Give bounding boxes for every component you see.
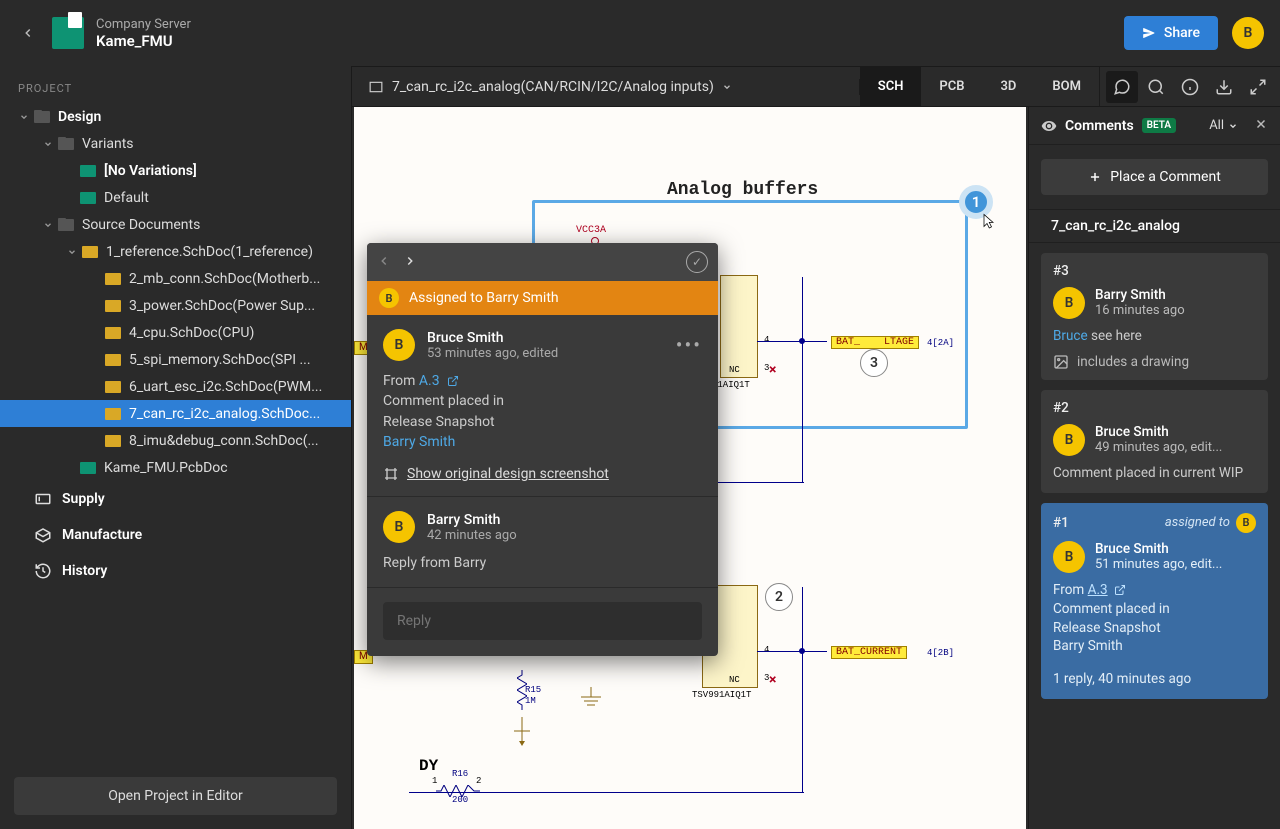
net-bat-current: BAT_CURRENT	[831, 646, 907, 659]
comments-panel-header: Comments BETA All	[1029, 107, 1280, 145]
assignee-avatar: B	[379, 288, 399, 308]
back-button[interactable]	[16, 21, 40, 45]
comment-marker-1[interactable]: 1	[959, 185, 993, 219]
tree-doc-imu[interactable]: 8_imu&debug_conn.SchDoc(...	[0, 427, 351, 454]
r15-ref: R15	[525, 685, 541, 695]
search-icon[interactable]	[1140, 71, 1172, 103]
reply-input[interactable]	[383, 602, 702, 640]
project-icon	[52, 17, 84, 49]
author-avatar: B	[1053, 287, 1085, 319]
reply-body: Reply from Barry	[383, 553, 702, 573]
assigned-banner: B Assigned to Barry Smith	[367, 281, 718, 315]
tree-no-variations[interactable]: [No Variations]	[0, 157, 351, 184]
tab-bom[interactable]: BOM	[1034, 67, 1099, 106]
place-comment-button[interactable]: Place a Comment	[1041, 159, 1268, 195]
comments-doc-header: 7_can_rc_i2c_analog	[1029, 209, 1280, 243]
user-avatar[interactable]: B	[1232, 17, 1264, 49]
document-toolbar: 7_can_rc_i2c_analog(CAN/RCIN/I2C/Analog …	[352, 67, 1280, 107]
tree-doc-reference[interactable]: 1_reference.SchDoc(1_reference)	[0, 238, 351, 265]
comment-body: From A.3 Comment placed in Release Snaps…	[383, 371, 702, 452]
section-supply[interactable]: Supply	[0, 481, 351, 517]
user-mention-link[interactable]: Barry Smith	[383, 434, 455, 450]
share-button[interactable]: Share	[1124, 16, 1218, 50]
comments-filter-dropdown[interactable]: All	[1209, 118, 1238, 133]
reply-count: 1 reply, 40 minutes ago	[1053, 670, 1256, 689]
close-panel-icon[interactable]	[1254, 117, 1268, 135]
tree-doc-pcb[interactable]: Kame_FMU.PcbDoc	[0, 454, 351, 481]
tree-default-variant[interactable]: Default	[0, 184, 351, 211]
document-selector[interactable]: 7_can_rc_i2c_analog(CAN/RCIN/I2C/Analog …	[352, 79, 860, 95]
project-name: Kame_FMU	[96, 32, 1124, 50]
app-header: Company Server Kame_FMU Share B	[0, 0, 1280, 66]
comment-timestamp: 53 minutes ago, edited	[427, 346, 558, 361]
comment-card-3[interactable]: #3 B Barry Smith 16 minutes ago Bruce se…	[1041, 253, 1268, 380]
comment-author-name: Bruce Smith	[427, 330, 558, 346]
sidebar-header: PROJECT	[0, 66, 351, 103]
comment-marker-3[interactable]: 3	[860, 349, 888, 377]
main-area: 7_can_rc_i2c_analog(CAN/RCIN/I2C/Analog …	[352, 66, 1280, 829]
workspace-name: Company Server	[96, 17, 1124, 32]
prev-comment-icon[interactable]	[377, 252, 391, 273]
tree-design[interactable]: Design	[0, 103, 351, 130]
section-history[interactable]: History	[0, 553, 351, 589]
assignee-avatar: B	[1236, 513, 1256, 533]
project-titles: Company Server Kame_FMU	[96, 17, 1124, 50]
comment-card-2[interactable]: #2 B Bruce Smith 49 minutes ago, edit...…	[1041, 390, 1268, 493]
tree-doc-mb[interactable]: 2_mb_conn.SchDoc(Motherb...	[0, 265, 351, 292]
comment-author-avatar: B	[383, 329, 415, 361]
vcc-label: VCC3A	[576, 225, 606, 236]
schematic-title: Analog buffers	[667, 180, 818, 200]
tab-sch[interactable]: SCH	[860, 67, 922, 106]
popup-header: ✓	[367, 243, 718, 281]
show-screenshot-link[interactable]: Show original design screenshot	[383, 466, 702, 482]
tree-variants[interactable]: Variants	[0, 130, 351, 157]
tree-source-docs[interactable]: Source Documents	[0, 211, 351, 238]
tab-pcb[interactable]: PCB	[921, 67, 982, 106]
user-mention-link[interactable]: Bruce	[1053, 328, 1088, 344]
reply-author-name: Barry Smith	[427, 512, 517, 528]
comment-thread-popup: ✓ B Assigned to Barry Smith B Bruce Smit…	[367, 243, 718, 656]
section-manufacture[interactable]: Manufacture	[0, 517, 351, 553]
net-bat-voltage: BAT_ LTAGE	[831, 336, 919, 349]
comments-icon[interactable]	[1106, 71, 1138, 103]
version-link[interactable]: A.3	[419, 373, 440, 389]
reply-timestamp: 42 minutes ago	[427, 528, 517, 543]
tab-3d[interactable]: 3D	[983, 67, 1035, 106]
beta-badge: BETA	[1142, 118, 1176, 133]
comments-panel: Comments BETA All Place a Comment	[1028, 107, 1280, 829]
comment-card-1[interactable]: #1 assigned to B B Bruce Smith 51 minute…	[1041, 503, 1268, 699]
project-tree: Design Variants [No Variations] Default	[0, 103, 351, 763]
tree-doc-cpu[interactable]: 4_cpu.SchDoc(CPU)	[0, 319, 351, 346]
tree-doc-uart[interactable]: 6_uart_esc_i2c.SchDoc(PWM...	[0, 373, 351, 400]
tree-doc-can[interactable]: 7_can_rc_i2c_analog.SchDoc...	[0, 400, 351, 427]
opamp-1	[720, 275, 758, 378]
project-sidebar: PROJECT Design Variants [No Variations]	[0, 66, 352, 829]
r16-ref: R16	[452, 769, 468, 779]
version-link[interactable]: A.3	[1088, 582, 1108, 598]
dy-label: DY	[419, 757, 438, 775]
author-avatar: B	[1053, 424, 1085, 456]
next-comment-icon[interactable]	[403, 252, 417, 273]
comment-more-icon[interactable]: •••	[676, 333, 702, 357]
open-in-editor-button[interactable]: Open Project in Editor	[14, 777, 337, 815]
view-tabs: SCH PCB 3D BOM	[860, 67, 1099, 106]
comment-marker-2[interactable]: 2	[765, 583, 793, 611]
tree-doc-spi[interactable]: 5_spi_memory.SchDoc(SPI ...	[0, 346, 351, 373]
drawing-indicator: includes a drawing	[1053, 354, 1256, 370]
reply-author-avatar: B	[383, 511, 415, 543]
download-icon[interactable]	[1208, 71, 1240, 103]
fullscreen-icon[interactable]	[1242, 71, 1274, 103]
info-icon[interactable]	[1174, 71, 1206, 103]
schematic-canvas[interactable]: Analog buffers VCC3A M 91AIQ1T NC 4 3 ×	[354, 107, 1026, 829]
author-avatar: B	[1053, 541, 1085, 573]
tree-doc-power[interactable]: 3_power.SchDoc(Power Sup...	[0, 292, 351, 319]
resolve-comment-icon[interactable]: ✓	[686, 251, 708, 273]
